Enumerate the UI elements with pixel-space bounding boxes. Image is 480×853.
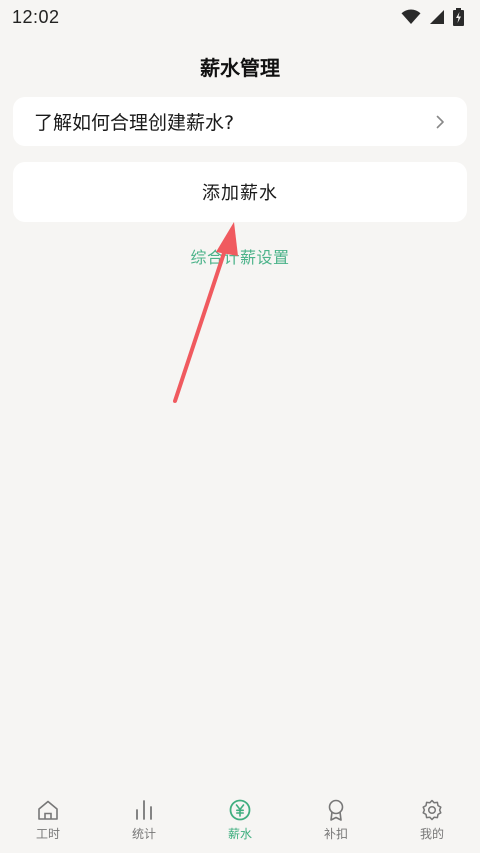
bottom-nav: 工时 统计 薪水 补扣 我的 xyxy=(0,791,480,853)
salary-guide-label: 了解如何合理创建薪水? xyxy=(34,112,235,134)
signal-icon xyxy=(430,10,444,24)
nav-label: 统计 xyxy=(131,827,156,841)
nav-label: 薪水 xyxy=(227,827,252,841)
salary-guide-row[interactable]: 了解如何合理创建薪水? xyxy=(13,97,467,146)
salary-management-screen: 12:02 薪水管理 了解如何合理创建薪水? 添加薪水 综合计薪设置 工时 统计… xyxy=(0,0,480,853)
nav-label: 工时 xyxy=(35,827,60,841)
page-title: 薪水管理 xyxy=(200,55,280,80)
status-icons xyxy=(401,8,464,26)
header: 薪水管理 xyxy=(0,44,480,88)
nav-item-salary[interactable]: 薪水 xyxy=(192,797,288,842)
yen-coin-icon xyxy=(229,799,251,821)
chevron-right-icon xyxy=(436,115,444,128)
status-time: 12:02 xyxy=(12,6,60,27)
bar-chart-icon xyxy=(136,800,152,820)
nav-item-mine[interactable]: 我的 xyxy=(384,797,480,842)
nav-label: 我的 xyxy=(419,827,444,841)
add-salary-label: 添加薪水 xyxy=(202,183,278,204)
home-icon xyxy=(38,800,58,820)
wifi-icon xyxy=(401,9,421,24)
nav-item-deductions[interactable]: 补扣 xyxy=(288,797,384,842)
nav-label: 补扣 xyxy=(323,827,348,841)
nav-item-worktime[interactable]: 工时 xyxy=(0,797,96,842)
nav-item-statistics[interactable]: 统计 xyxy=(96,797,192,842)
battery-charging-icon xyxy=(453,8,464,26)
comprehensive-salary-settings-link[interactable]: 综合计薪设置 xyxy=(0,244,480,268)
status-bar: 12:02 xyxy=(0,0,480,34)
add-salary-button[interactable]: 添加薪水 xyxy=(13,162,467,222)
gear-icon xyxy=(422,799,442,821)
award-icon xyxy=(328,799,344,821)
